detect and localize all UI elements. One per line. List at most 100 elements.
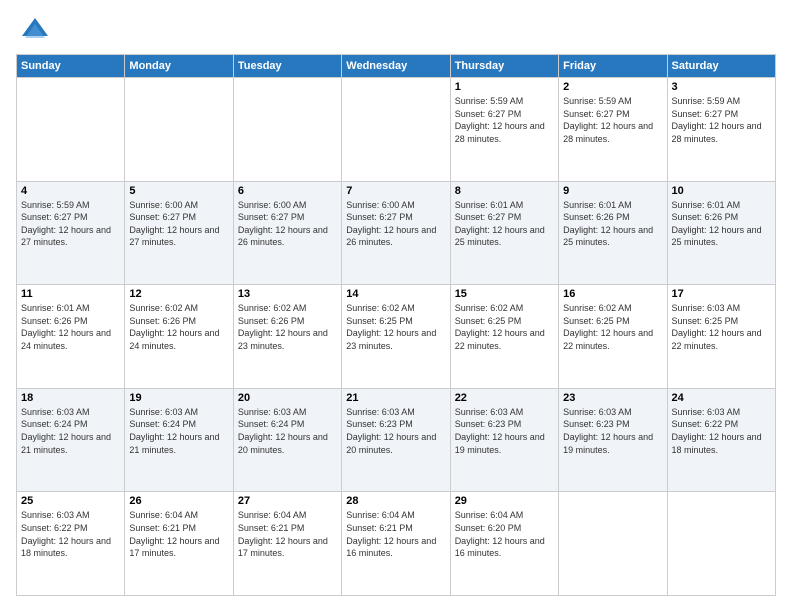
calendar-cell: 5 Sunrise: 6:00 AM Sunset: 6:27 PM Daylig… [125, 181, 233, 285]
day-number: 11 [21, 288, 120, 300]
day-info: Sunrise: 6:00 AM Sunset: 6:27 PM Dayligh… [238, 199, 337, 249]
day-number: 23 [563, 392, 662, 404]
day-number: 25 [21, 495, 120, 507]
calendar-cell: 22 Sunrise: 6:03 AM Sunset: 6:23 PM Dayli… [450, 388, 558, 492]
day-number: 17 [672, 288, 771, 300]
day-number: 24 [672, 392, 771, 404]
logo-icon [20, 16, 50, 46]
day-info: Sunrise: 6:01 AM Sunset: 6:26 PM Dayligh… [672, 199, 771, 249]
calendar-cell: 4 Sunrise: 5:59 AM Sunset: 6:27 PM Daylig… [17, 181, 125, 285]
day-number: 2 [563, 81, 662, 93]
day-number: 19 [129, 392, 228, 404]
day-number: 1 [455, 81, 554, 93]
day-info: Sunrise: 6:03 AM Sunset: 6:22 PM Dayligh… [672, 406, 771, 456]
day-info: Sunrise: 6:03 AM Sunset: 6:25 PM Dayligh… [672, 302, 771, 352]
calendar-day-header: Monday [125, 55, 233, 78]
day-number: 4 [21, 185, 120, 197]
day-info: Sunrise: 6:04 AM Sunset: 6:21 PM Dayligh… [129, 509, 228, 559]
calendar-cell: 6 Sunrise: 6:00 AM Sunset: 6:27 PM Daylig… [233, 181, 341, 285]
calendar-cell: 20 Sunrise: 6:03 AM Sunset: 6:24 PM Dayli… [233, 388, 341, 492]
day-info: Sunrise: 6:00 AM Sunset: 6:27 PM Dayligh… [346, 199, 445, 249]
day-number: 12 [129, 288, 228, 300]
day-number: 7 [346, 185, 445, 197]
day-number: 20 [238, 392, 337, 404]
day-number: 3 [672, 81, 771, 93]
day-number: 9 [563, 185, 662, 197]
day-info: Sunrise: 6:03 AM Sunset: 6:24 PM Dayligh… [21, 406, 120, 456]
page-header [16, 16, 776, 46]
day-number: 16 [563, 288, 662, 300]
day-info: Sunrise: 6:01 AM Sunset: 6:27 PM Dayligh… [455, 199, 554, 249]
calendar-cell: 17 Sunrise: 6:03 AM Sunset: 6:25 PM Dayli… [667, 285, 775, 389]
day-number: 10 [672, 185, 771, 197]
day-number: 22 [455, 392, 554, 404]
day-info: Sunrise: 6:02 AM Sunset: 6:25 PM Dayligh… [455, 302, 554, 352]
calendar-week-row: 25Sunrise: 6:03 AM Sunset: 6:22 PM Dayli… [17, 492, 776, 596]
day-info: Sunrise: 6:02 AM Sunset: 6:25 PM Dayligh… [346, 302, 445, 352]
calendar-cell: 10 Sunrise: 6:01 AM Sunset: 6:26 PM Dayli… [667, 181, 775, 285]
day-info: Sunrise: 6:03 AM Sunset: 6:24 PM Dayligh… [238, 406, 337, 456]
calendar-cell: 21 Sunrise: 6:03 AM Sunset: 6:23 PM Dayli… [342, 388, 450, 492]
calendar-cell: 24 Sunrise: 6:03 AM Sunset: 6:22 PM Dayli… [667, 388, 775, 492]
day-number: 29 [455, 495, 554, 507]
day-number: 13 [238, 288, 337, 300]
calendar-cell: 15 Sunrise: 6:02 AM Sunset: 6:25 PM Dayli… [450, 285, 558, 389]
calendar-week-row: 4 Sunrise: 5:59 AM Sunset: 6:27 PM Daylig… [17, 181, 776, 285]
day-info: Sunrise: 5:59 AM Sunset: 6:27 PM Dayligh… [21, 199, 120, 249]
day-info: Sunrise: 6:04 AM Sunset: 6:21 PM Dayligh… [238, 509, 337, 559]
calendar-day-header: Thursday [450, 55, 558, 78]
day-number: 21 [346, 392, 445, 404]
day-number: 14 [346, 288, 445, 300]
day-number: 28 [346, 495, 445, 507]
day-info: Sunrise: 5:59 AM Sunset: 6:27 PM Dayligh… [455, 95, 554, 145]
calendar-week-row: 1 Sunrise: 5:59 AM Sunset: 6:27 PM Daylig… [17, 78, 776, 182]
calendar-day-header: Saturday [667, 55, 775, 78]
calendar-cell: 13 Sunrise: 6:02 AM Sunset: 6:26 PM Dayli… [233, 285, 341, 389]
calendar-cell: 27 Sunrise: 6:04 AM Sunset: 6:21 PM Dayli… [233, 492, 341, 596]
logo [16, 16, 50, 46]
day-info: Sunrise: 6:04 AM Sunset: 6:20 PM Dayligh… [455, 509, 554, 559]
day-info: Sunrise: 6:03 AM Sunset: 6:24 PM Dayligh… [129, 406, 228, 456]
day-info: Sunrise: 5:59 AM Sunset: 6:27 PM Dayligh… [672, 95, 771, 145]
calendar-week-row: 11 Sunrise: 6:01 AM Sunset: 6:26 PM Dayli… [17, 285, 776, 389]
day-number: 5 [129, 185, 228, 197]
day-number: 26 [129, 495, 228, 507]
day-info: Sunrise: 6:03 AM Sunset: 6:23 PM Dayligh… [455, 406, 554, 456]
day-number: 15 [455, 288, 554, 300]
day-number: 6 [238, 185, 337, 197]
calendar-cell [125, 78, 233, 182]
calendar-cell: 14 Sunrise: 6:02 AM Sunset: 6:25 PM Dayli… [342, 285, 450, 389]
calendar-cell: 7 Sunrise: 6:00 AM Sunset: 6:27 PM Daylig… [342, 181, 450, 285]
day-number: 18 [21, 392, 120, 404]
calendar-cell [667, 492, 775, 596]
calendar-cell: 29 Sunrise: 6:04 AM Sunset: 6:20 PM Dayli… [450, 492, 558, 596]
calendar-cell [233, 78, 341, 182]
calendar-cell: 23Sunrise: 6:03 AM Sunset: 6:23 PM Dayli… [559, 388, 667, 492]
calendar-day-header: Wednesday [342, 55, 450, 78]
day-info: Sunrise: 6:02 AM Sunset: 6:25 PM Dayligh… [563, 302, 662, 352]
calendar-cell: 16 Sunrise: 6:02 AM Sunset: 6:25 PM Dayli… [559, 285, 667, 389]
day-info: Sunrise: 6:00 AM Sunset: 6:27 PM Dayligh… [129, 199, 228, 249]
calendar-cell: 12Sunrise: 6:02 AM Sunset: 6:26 PM Dayli… [125, 285, 233, 389]
calendar-cell [342, 78, 450, 182]
calendar-cell: 26 Sunrise: 6:04 AM Sunset: 6:21 PM Dayli… [125, 492, 233, 596]
day-info: Sunrise: 6:01 AM Sunset: 6:26 PM Dayligh… [563, 199, 662, 249]
calendar-header-row: SundayMondayTuesdayWednesdayThursdayFrid… [17, 55, 776, 78]
calendar-day-header: Sunday [17, 55, 125, 78]
day-info: Sunrise: 6:03 AM Sunset: 6:23 PM Dayligh… [346, 406, 445, 456]
calendar-cell: 11 Sunrise: 6:01 AM Sunset: 6:26 PM Dayli… [17, 285, 125, 389]
calendar-cell: 25Sunrise: 6:03 AM Sunset: 6:22 PM Dayli… [17, 492, 125, 596]
day-info: Sunrise: 5:59 AM Sunset: 6:27 PM Dayligh… [563, 95, 662, 145]
calendar-cell: 2 Sunrise: 5:59 AM Sunset: 6:27 PM Daylig… [559, 78, 667, 182]
day-info: Sunrise: 6:01 AM Sunset: 6:26 PM Dayligh… [21, 302, 120, 352]
calendar-cell: 3 Sunrise: 5:59 AM Sunset: 6:27 PM Daylig… [667, 78, 775, 182]
calendar-day-header: Tuesday [233, 55, 341, 78]
calendar-cell: 9 Sunrise: 6:01 AM Sunset: 6:26 PM Daylig… [559, 181, 667, 285]
day-info: Sunrise: 6:02 AM Sunset: 6:26 PM Dayligh… [238, 302, 337, 352]
calendar-cell: 19 Sunrise: 6:03 AM Sunset: 6:24 PM Dayli… [125, 388, 233, 492]
calendar-cell: 18 Sunrise: 6:03 AM Sunset: 6:24 PM Dayli… [17, 388, 125, 492]
day-number: 27 [238, 495, 337, 507]
calendar-cell: 1 Sunrise: 5:59 AM Sunset: 6:27 PM Daylig… [450, 78, 558, 182]
day-number: 8 [455, 185, 554, 197]
calendar-cell: 28Sunrise: 6:04 AM Sunset: 6:21 PM Dayli… [342, 492, 450, 596]
